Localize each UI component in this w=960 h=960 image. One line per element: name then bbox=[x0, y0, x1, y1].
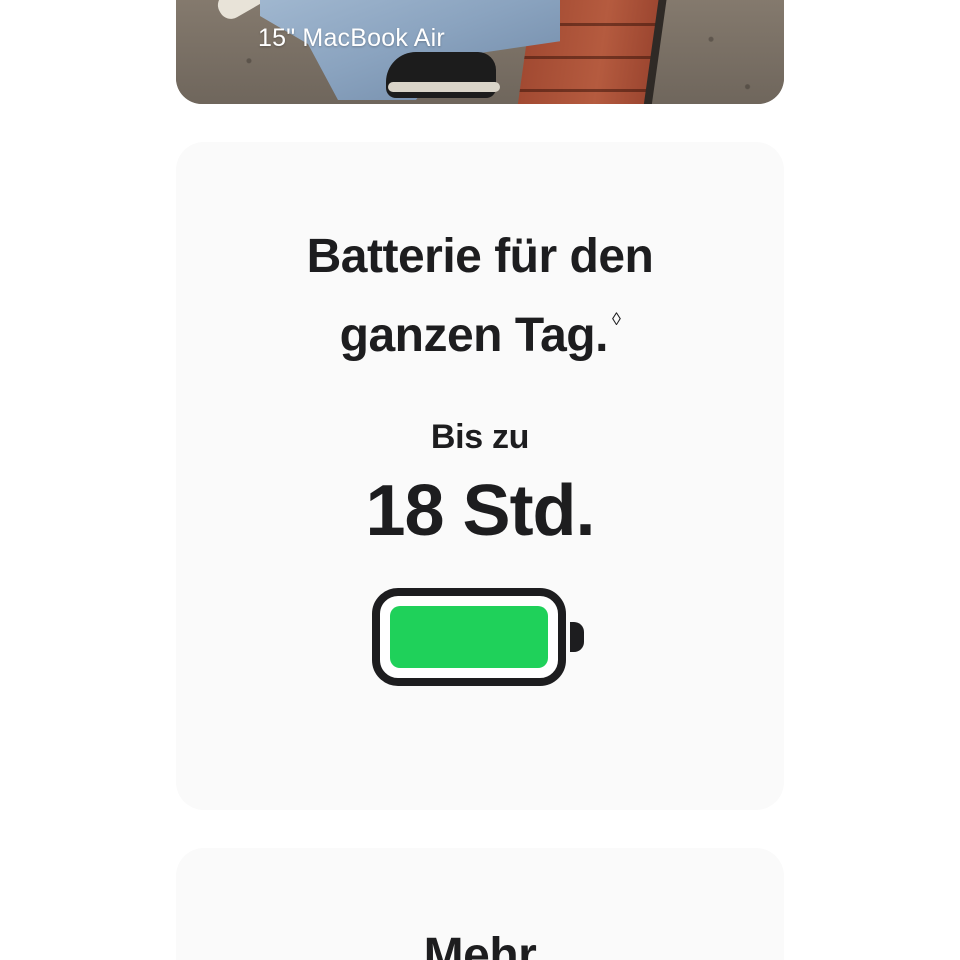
next-feature-card: Mehr bbox=[176, 848, 784, 960]
next-heading: Mehr bbox=[423, 929, 537, 960]
battery-charge-fill bbox=[390, 606, 548, 668]
sneaker-sole bbox=[388, 82, 500, 92]
battery-heading-line-2: ganzen Tag. bbox=[339, 309, 609, 362]
battery-heading-line-1: Batterie für den bbox=[306, 230, 654, 283]
battery-heading-line-2-wrap: ganzen Tag. ◊ bbox=[176, 288, 784, 367]
battery-terminal bbox=[570, 622, 584, 652]
product-page: 15" MacBook Air Batterie für den ganzen … bbox=[0, 0, 960, 960]
hero-caption: 15" MacBook Air bbox=[258, 24, 445, 52]
battery-feature-card: Batterie für den ganzen Tag. ◊ Bis zu 18 … bbox=[176, 142, 784, 810]
battery-heading: Batterie für den ganzen Tag. ◊ bbox=[176, 226, 784, 367]
battery-hours-value: 18 Std. bbox=[365, 471, 595, 551]
hero-image-card: 15" MacBook Air bbox=[176, 0, 784, 104]
battery-full-icon bbox=[372, 588, 584, 686]
footnote-link[interactable]: ◊ bbox=[612, 309, 621, 329]
up-to-label: Bis zu bbox=[430, 418, 530, 456]
